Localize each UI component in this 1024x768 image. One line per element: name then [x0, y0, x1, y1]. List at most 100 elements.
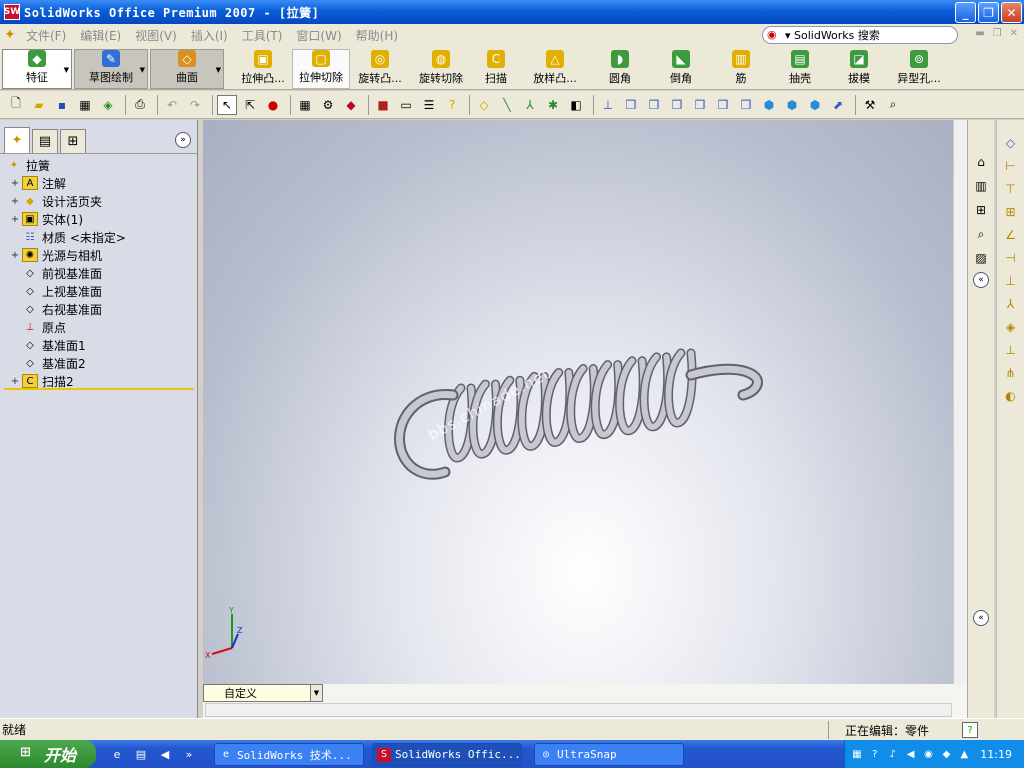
quicklaunch-more-icon[interactable]: » [180, 745, 198, 763]
configuration-selector[interactable]: 自定义 ▼ [203, 684, 323, 702]
media-quicklaunch-icon[interactable]: ◀ [156, 745, 174, 763]
back-view-icon[interactable]: ❒ [644, 95, 664, 115]
menu-edit[interactable]: 编辑(E) [80, 27, 121, 44]
tab-sketch[interactable]: ✎ 草图绘制 ▼ [74, 49, 148, 89]
revolved-boss-button[interactable]: ◎ 旋转凸... [350, 49, 410, 89]
task-solidworks-forum[interactable]: e SolidWorks 技术... [214, 743, 364, 766]
revolved-cut-button[interactable]: ◍ 旋转切除 [410, 49, 472, 89]
volume-icon[interactable]: ♪ [887, 747, 899, 761]
tab-features[interactable]: ◆ 特征 ▼ [2, 49, 72, 89]
chain-dimension-icon[interactable]: ⊥ [1002, 272, 1020, 290]
view-palette-icon[interactable]: ▨ [971, 248, 991, 268]
shield-icon[interactable]: ▲ [958, 747, 970, 761]
tangent-icon[interactable]: ◐ [1002, 387, 1020, 405]
perpendicular-icon[interactable]: ⊥ [1002, 341, 1020, 359]
tree-item-solid-bodies[interactable]: + ▣ 实体(1) [0, 210, 197, 228]
file-explorer-icon[interactable]: ⊞ [971, 200, 991, 220]
point-icon[interactable]: ✱ [543, 95, 563, 115]
tab-property-manager[interactable]: ▤ [32, 129, 58, 153]
help-question-icon[interactable]: ? [442, 95, 462, 115]
tree-item-plane2[interactable]: ◇ 基准面2 [0, 354, 197, 372]
doc-close-icon[interactable]: ✕ [1010, 28, 1018, 39]
ordinate-dimension-icon[interactable]: ⊣ [1002, 249, 1020, 267]
smart-dimension-icon[interactable]: ◇ [1002, 134, 1020, 152]
tree-item-plane1[interactable]: ◇ 基准面1 [0, 336, 197, 354]
network-icon[interactable]: ▦ [851, 747, 863, 761]
tree-item-front-plane[interactable]: ◇ 前视基准面 [0, 264, 197, 282]
new-document-icon[interactable]: 🗋 [6, 95, 26, 115]
start-button[interactable]: ⊞ 开始 [0, 740, 96, 768]
extruded-cut-button[interactable]: ▢ 拉伸切除 [292, 49, 350, 89]
sweep-button[interactable]: C 扫描 [472, 49, 520, 89]
redo-icon[interactable]: ↷ [185, 95, 205, 115]
axis-icon[interactable]: ╲ [497, 95, 517, 115]
ie-quicklaunch-icon[interactable]: e [108, 745, 126, 763]
tree-item-design-binder[interactable]: + ◆ 设计活页夹 [0, 192, 197, 210]
expand-plus-icon[interactable]: + [10, 376, 20, 387]
options-icon[interactable]: ⚙ [318, 95, 338, 115]
loft-boss-button[interactable]: △ 放样凸... [520, 49, 590, 89]
expand-plus-icon[interactable]: + [10, 178, 20, 189]
fillet-button[interactable]: ◗ 圆角 [590, 49, 650, 89]
expand-plus-icon[interactable]: + [10, 250, 20, 261]
help-icon[interactable]: ? [962, 722, 978, 738]
link-view-icon[interactable]: ⬈ [828, 95, 848, 115]
normal-to-icon[interactable]: ⊥ [598, 95, 618, 115]
camera-tray-icon[interactable]: ◉ [923, 747, 935, 761]
extruded-boss-button[interactable]: ▣ 拉伸凸... [234, 49, 292, 89]
design-library-icon[interactable]: ▥ [971, 176, 991, 196]
left-view-icon[interactable]: ❒ [667, 95, 687, 115]
menu-file[interactable]: 文件(F) [26, 27, 66, 44]
dimetric-view-icon[interactable]: ⬢ [805, 95, 825, 115]
print-preview-icon[interactable]: ▦ [75, 95, 95, 115]
hole-wizard-button[interactable]: ⊚ 异型孔... [888, 49, 950, 89]
close-button[interactable]: ✕ [1001, 2, 1022, 23]
tab-surfaces[interactable]: ◇ 曲面 ▼ [150, 49, 224, 89]
front-view-icon[interactable]: ❒ [621, 95, 641, 115]
baseline-dimension-icon[interactable]: ⊞ [1002, 203, 1020, 221]
open-folder-icon[interactable]: ▰ [29, 95, 49, 115]
select-arrow-icon[interactable]: ↖ [217, 94, 237, 115]
rib-button[interactable]: ▥ 筋 [712, 49, 770, 89]
save-icon[interactable]: ▪ [52, 95, 72, 115]
task-solidworks-app[interactable]: S SolidWorks Offic... [372, 743, 522, 766]
tree-root[interactable]: ✦ 拉簧 [0, 156, 197, 174]
vertical-scrollbar[interactable] [953, 120, 968, 700]
trimetric-view-icon[interactable]: ⬢ [782, 95, 802, 115]
task-ultrasnap[interactable]: ◎ UltraSnap [534, 743, 684, 766]
tab-feature-manager[interactable]: ✦ [4, 127, 30, 153]
measure-tool-icon[interactable]: ⚒ [860, 95, 880, 115]
bottom-view-icon[interactable]: ❒ [736, 95, 756, 115]
desktop-quicklaunch-icon[interactable]: ▤ [132, 745, 150, 763]
properties-icon[interactable]: ☰ [419, 95, 439, 115]
expand-plus-icon[interactable]: + [10, 196, 20, 207]
relation-icon[interactable]: ◈ [1002, 318, 1020, 336]
collapse-task-pane-button[interactable]: « [973, 272, 989, 288]
menu-window[interactable]: 窗口(W) [296, 27, 341, 44]
tab-configuration-manager[interactable]: ⊞ [60, 129, 86, 153]
back-arrow-icon[interactable]: ◀ [905, 747, 917, 761]
plane-icon[interactable]: ◇ [474, 95, 494, 115]
fix-relation-icon[interactable]: ⅄ [1002, 295, 1020, 313]
expand-plus-icon[interactable]: + [10, 214, 20, 225]
graphics-area[interactable]: bbs.chinade.net [203, 120, 967, 685]
chamfer-button[interactable]: ◣ 倒角 [650, 49, 712, 89]
horizontal-scrollbar[interactable] [205, 703, 952, 717]
title-bar[interactable]: SW SolidWorks Office Premium 2007 - [拉簧]… [0, 0, 1024, 24]
chevron-down-icon[interactable]: ▼ [140, 66, 145, 74]
menu-insert[interactable]: 插入(I) [191, 27, 228, 44]
solidworks-search-input[interactable]: ◉ ▾ SolidWorks 搜索 [762, 26, 958, 44]
restore-button[interactable]: ❐ [978, 2, 999, 23]
right-view-icon[interactable]: ❒ [690, 95, 710, 115]
vertical-dimension-icon[interactable]: ⊤ [1002, 180, 1020, 198]
tree-item-lights-cameras[interactable]: + ✺ 光源与相机 [0, 246, 197, 264]
minimize-button[interactable]: _ [955, 2, 976, 23]
help-tray-icon[interactable]: ? [869, 747, 881, 761]
menu-tools[interactable]: 工具(T) [242, 27, 283, 44]
symmetric-icon[interactable]: ⋔ [1002, 364, 1020, 382]
tree-item-origin[interactable]: ⊥ 原点 [0, 318, 197, 336]
zoom-icon[interactable]: ⌕ [883, 95, 903, 115]
chevron-down-icon[interactable]: ▼ [64, 66, 69, 74]
select-filter-icon[interactable]: ⇱ [240, 95, 260, 115]
tree-item-top-plane[interactable]: ◇ 上视基准面 [0, 282, 197, 300]
